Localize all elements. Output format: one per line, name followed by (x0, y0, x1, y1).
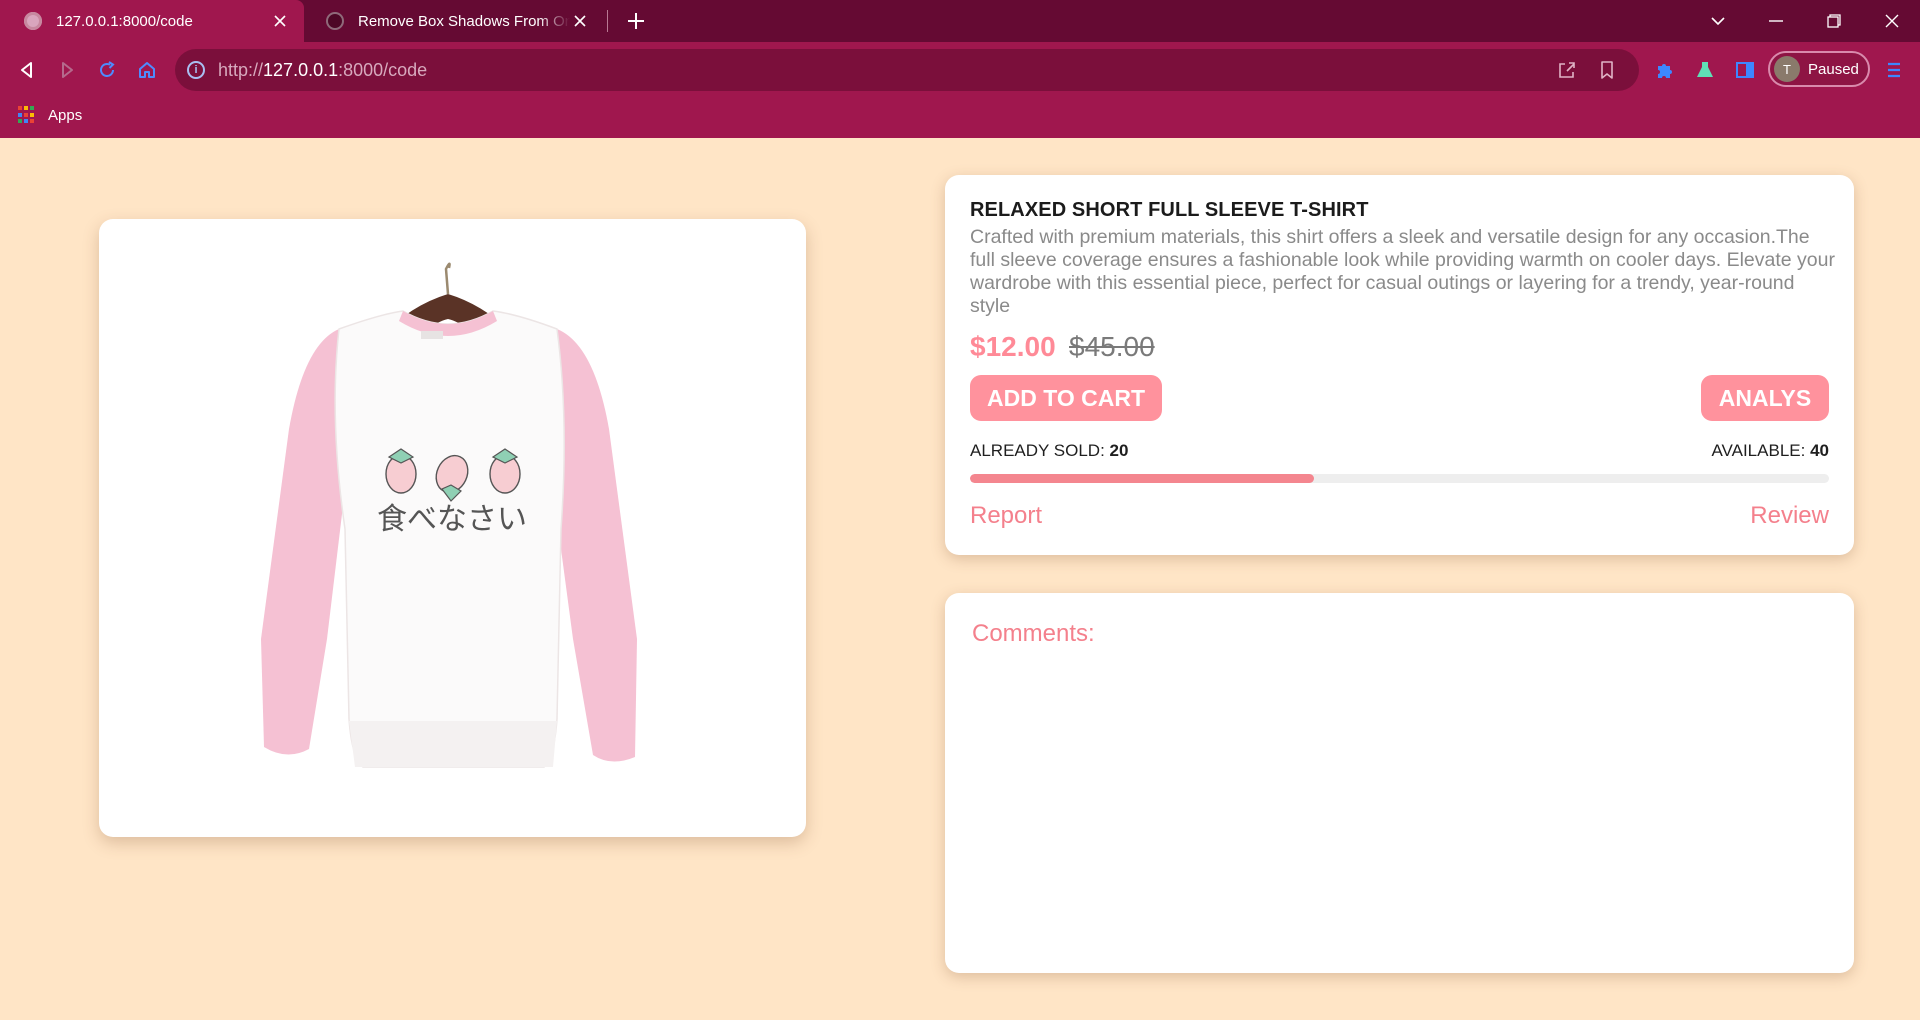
address-bar[interactable]: i http://127.0.0.1:8000/code (175, 49, 1639, 91)
product-info-card: RELAXED SHORT FULL SLEEVE T-SHIRT Crafte… (945, 175, 1854, 555)
bookmark-icon[interactable] (1597, 60, 1617, 80)
product-description: Crafted with premium materials, this shi… (970, 226, 1835, 317)
restore-button[interactable] (1806, 0, 1862, 42)
sidebar-icon[interactable] (1732, 57, 1758, 83)
close-icon[interactable] (570, 11, 590, 31)
current-price: $12.00 (970, 331, 1056, 362)
tab-active[interactable]: 127.0.0.1:8000/code (0, 0, 304, 42)
tab-strip: 127.0.0.1:8000/code Remove Box Shadows F… (0, 0, 1920, 42)
product-image-card: 食べなさい (99, 219, 806, 837)
browser-toolbar: i http://127.0.0.1:8000/code T Paused Ap… (0, 42, 1920, 138)
new-tab-button[interactable] (622, 7, 650, 35)
tab-inactive[interactable]: Remove Box Shadows From One (314, 0, 604, 42)
sold-value: 20 (1109, 441, 1129, 460)
extensions-puzzle-icon[interactable] (1652, 57, 1678, 83)
close-icon[interactable] (270, 11, 290, 31)
tab-divider (607, 10, 608, 32)
report-link[interactable]: Report (970, 502, 1042, 530)
apps-grid-icon[interactable] (18, 106, 36, 124)
tab-title: 127.0.0.1:8000/code (56, 12, 193, 30)
add-to-cart-button[interactable]: ADD TO CART (970, 375, 1162, 421)
close-window-button[interactable] (1864, 0, 1920, 42)
sold-progress-fill (970, 474, 1314, 483)
site-favicon-icon (326, 12, 344, 30)
analys-button[interactable]: ANALYS (1701, 375, 1829, 421)
back-button[interactable] (11, 54, 43, 86)
available-label: AVAILABLE: (1711, 441, 1806, 460)
minimize-button[interactable] (1748, 0, 1804, 42)
flask-icon[interactable] (1692, 57, 1718, 83)
avatar: T (1774, 56, 1800, 82)
bookmark-apps[interactable]: Apps (48, 107, 82, 124)
sold-progress-bar (970, 474, 1829, 483)
comments-title: Comments: (972, 620, 1095, 647)
review-link[interactable]: Review (1750, 502, 1829, 530)
forward-button[interactable] (51, 54, 83, 86)
original-price: $45.00 (1069, 331, 1155, 362)
available-value: 40 (1810, 441, 1829, 460)
home-button[interactable] (131, 54, 163, 86)
profile-button[interactable]: T Paused (1768, 51, 1870, 87)
globe-icon (24, 12, 42, 30)
shirt-print-text: 食べなさい (377, 502, 527, 537)
site-info-icon[interactable]: i (187, 61, 205, 79)
menu-icon[interactable] (1882, 57, 1906, 83)
comments-card: Comments: (945, 593, 1854, 973)
available: AVAILABLE: 40 (1711, 441, 1829, 461)
tab-search-button[interactable] (1690, 0, 1746, 42)
share-icon[interactable] (1557, 60, 1577, 80)
bookmarks-bar: Apps (18, 102, 82, 128)
sold-label: ALREADY SOLD: (970, 441, 1105, 460)
url-text[interactable]: http://127.0.0.1:8000/code (218, 60, 427, 81)
tab-title: Remove Box Shadows From One (358, 12, 570, 30)
reload-button[interactable] (91, 54, 123, 86)
product-image: 食べなさい (261, 262, 637, 768)
product-title: RELAXED SHORT FULL SLEEVE T-SHIRT (970, 199, 1369, 221)
already-sold: ALREADY SOLD: 20 (970, 441, 1128, 461)
profile-status: Paused (1808, 60, 1859, 78)
